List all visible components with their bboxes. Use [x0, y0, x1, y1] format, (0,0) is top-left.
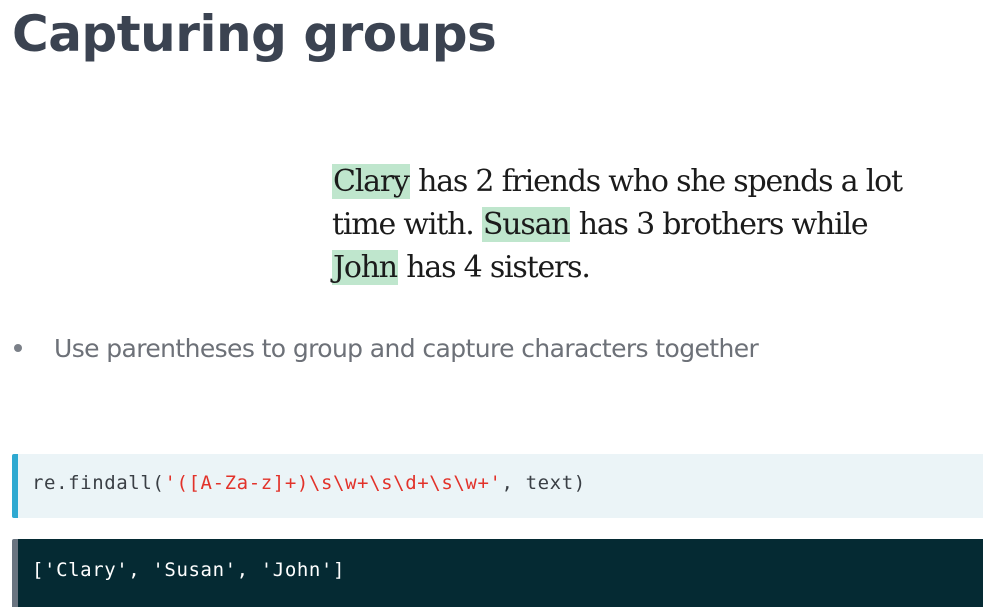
slide-title: Capturing groups [12, 5, 497, 63]
example-text-figure: Clary has 2 friends who she spends a lot… [332, 160, 982, 289]
highlighted-name: Susan [481, 207, 571, 242]
code-pattern-string: '([A-Za-z]+)\s\w+\s\d+\s\w+' [164, 472, 502, 494]
code-suffix: , text) [501, 472, 586, 494]
example-line: John has 4 sisters. [332, 246, 982, 289]
bullet-item: Use parentheses to group and capture cha… [12, 330, 759, 366]
example-line: Clary has 2 friends who she spends a lot [332, 160, 982, 203]
example-text-segment: has 3 brothers while [570, 207, 869, 242]
example-text-segment: has 2 friends who she spends a lot [409, 164, 903, 199]
highlighted-name: Clary [332, 164, 410, 199]
example-text-segment: time with. [332, 207, 482, 242]
highlighted-name: John [332, 250, 398, 285]
output-block: ['Clary', 'Susan', 'John'] [12, 539, 983, 607]
code-prefix: re.findall( [32, 472, 165, 494]
output-text: ['Clary', 'Susan', 'John'] [32, 559, 346, 581]
bullet-dot-icon [14, 344, 22, 352]
example-text-segment: has 4 sisters. [397, 250, 591, 285]
code-line: re.findall('([A-Za-z]+)\s\w+\s\d+\s\w+',… [32, 454, 586, 512]
bullet-text: Use parentheses to group and capture cha… [54, 333, 759, 363]
example-line: time with. Susan has 3 brothers while [332, 203, 982, 246]
code-block: re.findall('([A-Za-z]+)\s\w+\s\d+\s\w+',… [12, 454, 983, 518]
